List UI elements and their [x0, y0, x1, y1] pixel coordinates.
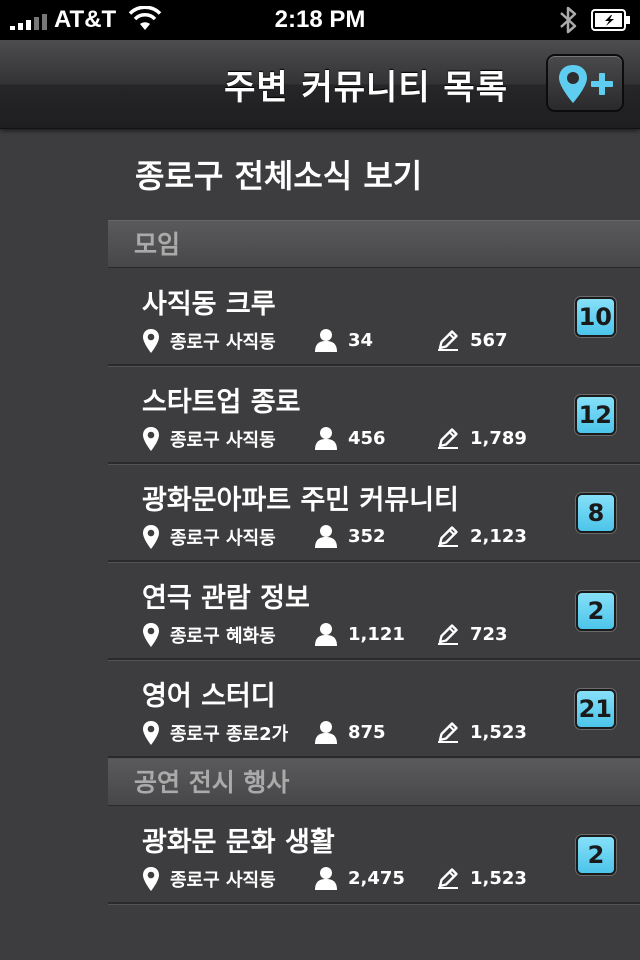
location-pin-icon — [143, 525, 159, 549]
community-row[interactable]: 스타트업 종로 종로구 사직동 456 1,789 12 — [108, 366, 640, 464]
community-name: 광화문 문화 생활 — [142, 827, 335, 858]
bluetooth-icon — [558, 4, 580, 43]
community-location: 종로구 사직동 — [170, 332, 276, 353]
post-count: 1,523 — [470, 721, 527, 743]
member-count: 2,475 — [348, 867, 405, 889]
pencil-icon — [438, 624, 458, 645]
location-pin-icon — [143, 427, 159, 451]
location-pin-icon — [143, 721, 159, 745]
new-post-badge: 2 — [576, 835, 616, 875]
location-pin-icon — [143, 623, 159, 647]
location-pin-icon — [143, 329, 159, 353]
community-row[interactable]: 영어 스터디 종로구 종로2가 875 1,523 21 — [108, 660, 640, 758]
nav-title: 주변 커뮤니티 목록 — [224, 68, 508, 108]
community-name: 영어 스터디 — [142, 681, 276, 712]
navigation-bar: 주변 커뮤니티 목록 — [0, 40, 640, 129]
member-icon — [315, 623, 337, 646]
community-name: 스타트업 종로 — [142, 387, 301, 418]
community-location: 종로구 사직동 — [170, 870, 276, 891]
post-count: 1,523 — [470, 867, 527, 889]
community-location: 종로구 종로2가 — [170, 724, 289, 745]
pencil-icon — [438, 428, 458, 449]
community-location: 종로구 사직동 — [170, 430, 276, 451]
community-location: 종로구 혜화동 — [170, 626, 276, 647]
section-header-events: 공연 전시 행사 — [108, 758, 640, 806]
new-post-badge: 2 — [576, 591, 616, 631]
location-pin-icon — [143, 867, 159, 891]
add-location-button[interactable] — [546, 54, 624, 112]
community-name: 광화문아파트 주민 커뮤니티 — [142, 485, 459, 516]
location-pin-plus-icon — [559, 65, 613, 103]
new-post-badge: 10 — [574, 297, 616, 337]
member-count: 34 — [348, 329, 374, 351]
member-count: 875 — [348, 721, 386, 743]
community-list: 종로구 전체소식 보기 모임 사직동 크루 종로구 사직동 34 567 10 … — [108, 128, 640, 904]
member-count: 456 — [348, 427, 386, 449]
member-icon — [315, 867, 337, 890]
battery-icon — [591, 9, 631, 38]
post-count: 723 — [470, 623, 508, 645]
community-row[interactable]: 연극 관람 정보 종로구 혜화동 1,121 723 2 — [108, 562, 640, 660]
community-row[interactable]: 사직동 크루 종로구 사직동 34 567 10 — [108, 268, 640, 366]
district-news-link[interactable]: 종로구 전체소식 보기 — [108, 128, 640, 220]
member-icon — [315, 427, 337, 450]
new-post-badge: 21 — [574, 689, 616, 729]
community-row[interactable]: 광화문 문화 생활 종로구 사직동 2,475 1,523 2 — [108, 806, 640, 904]
post-count: 567 — [470, 329, 508, 351]
pencil-icon — [438, 722, 458, 743]
community-location: 종로구 사직동 — [170, 528, 276, 549]
status-bar: AT&T 2:18 PM — [0, 0, 640, 40]
pencil-icon — [438, 868, 458, 889]
member-icon — [315, 721, 337, 744]
member-icon — [315, 329, 337, 352]
pencil-icon — [438, 330, 458, 351]
new-post-badge: 12 — [574, 395, 616, 435]
clock: 2:18 PM — [274, 6, 366, 33]
community-row[interactable]: 광화문아파트 주민 커뮤니티 종로구 사직동 352 2,123 8 — [108, 464, 640, 562]
member-count: 1,121 — [348, 623, 405, 645]
community-name: 연극 관람 정보 — [142, 583, 310, 614]
new-post-badge: 8 — [576, 493, 616, 533]
member-count: 352 — [348, 525, 386, 547]
member-icon — [315, 525, 337, 548]
post-count: 2,123 — [470, 525, 527, 547]
section-header-meetups: 모임 — [108, 220, 640, 268]
community-name: 사직동 크루 — [142, 289, 276, 320]
pencil-icon — [438, 526, 458, 547]
post-count: 1,789 — [470, 427, 527, 449]
